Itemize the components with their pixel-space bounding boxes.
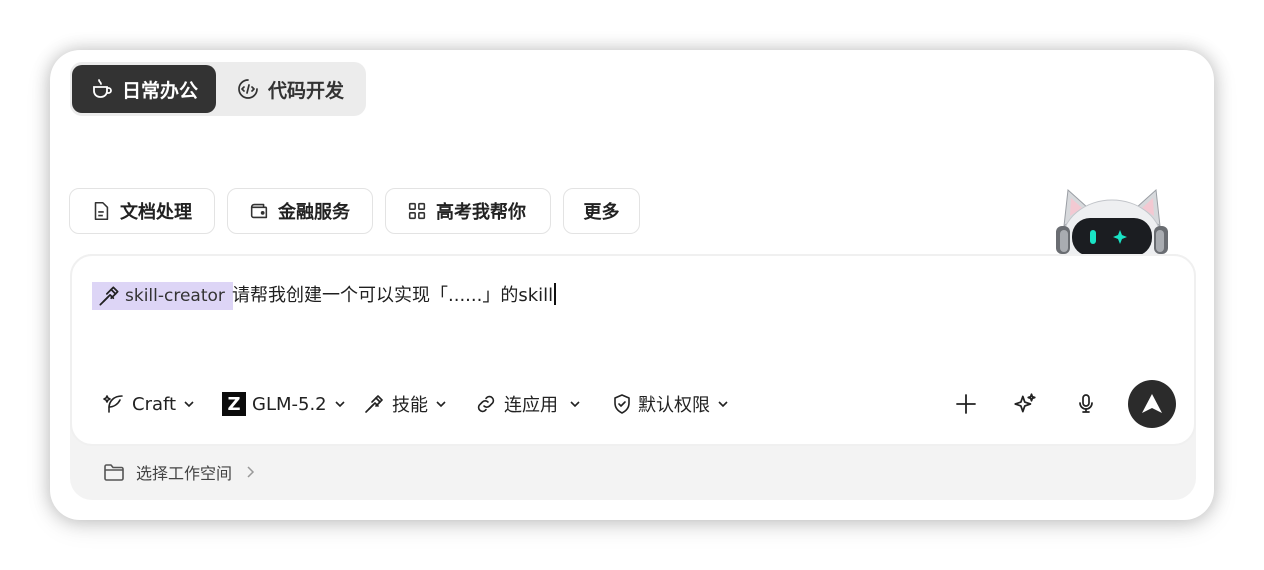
chevron-right-icon xyxy=(247,466,255,478)
select-workspace-button[interactable]: 选择工作空间 xyxy=(102,460,256,484)
glm-logo-icon: Z xyxy=(222,392,246,416)
model-dropdown[interactable]: Z GLM-5.2 xyxy=(222,389,347,419)
tab-label: 代码开发 xyxy=(268,79,345,102)
chip-document-processing[interactable]: 文档处理 xyxy=(69,188,215,234)
chip-label: 更多 xyxy=(583,202,620,223)
shield-check-icon xyxy=(614,394,630,414)
craft-mode-dropdown[interactable]: Craft xyxy=(102,389,196,419)
prompt-text: 请帮我创建一个可以实现「......」的skill xyxy=(232,282,557,310)
feather-icon xyxy=(103,395,123,413)
microphone-button[interactable] xyxy=(1070,388,1102,420)
send-arrow-icon xyxy=(1142,394,1162,413)
connect-apps-label: 连应用 xyxy=(504,395,558,416)
send-button[interactable] xyxy=(1128,380,1176,428)
tab-label: 日常办公 xyxy=(122,79,199,102)
link-icon xyxy=(477,395,495,413)
skills-dropdown[interactable]: 技能 xyxy=(362,389,448,419)
skill-tag[interactable]: skill-creator xyxy=(92,282,233,310)
chip-label: 文档处理 xyxy=(120,202,192,223)
robot-cat-mascot xyxy=(1050,186,1174,256)
chip-gaokao-helper[interactable]: 高考我帮你 xyxy=(385,188,551,234)
wallet-icon xyxy=(250,203,268,219)
sparkle-button[interactable] xyxy=(1009,388,1041,420)
craft-label: Craft xyxy=(132,393,177,415)
code-icon xyxy=(238,79,258,99)
tab-daily-office[interactable]: 日常办公 xyxy=(72,65,216,113)
folder-icon xyxy=(104,464,124,481)
skill-hand-icon xyxy=(99,286,119,306)
chevron-down-icon xyxy=(718,401,728,408)
microphone-icon xyxy=(1079,394,1093,413)
chevron-down-icon xyxy=(335,401,345,408)
prompt-content: 请帮我创建一个可以实现「......」的skill xyxy=(232,285,554,306)
chevron-down-icon xyxy=(436,401,446,408)
skills-label: 技能 xyxy=(392,395,428,416)
mode-tabs: 日常办公 代码开发 xyxy=(70,62,366,116)
chip-more[interactable]: 更多 xyxy=(563,188,640,234)
sparkle-icon xyxy=(1014,393,1036,413)
skill-hand-icon xyxy=(365,395,383,413)
tab-code-dev[interactable]: 代码开发 xyxy=(218,65,364,113)
connect-apps-dropdown[interactable]: 连应用 xyxy=(474,389,582,419)
prompt-input[interactable]: skill-creator 请帮我创建一个可以实现「......」的skill … xyxy=(70,254,1196,446)
composer-panel: skill-creator 请帮我创建一个可以实现「......」的skill … xyxy=(70,254,1196,500)
chip-financial-services[interactable]: 金融服务 xyxy=(227,188,373,234)
skill-tag-label: skill-creator xyxy=(125,286,225,306)
model-label: GLM-5.2 xyxy=(252,393,327,415)
text-caret xyxy=(554,283,557,305)
grid-icon xyxy=(408,202,426,220)
workspace-label: 选择工作空间 xyxy=(136,464,233,483)
document-icon xyxy=(94,201,109,221)
permission-label: 默认权限 xyxy=(638,395,710,416)
plus-icon xyxy=(956,394,976,414)
chip-label: 高考我帮你 xyxy=(436,202,526,223)
add-button[interactable] xyxy=(950,388,982,420)
chip-label: 金融服务 xyxy=(278,202,350,223)
chevron-down-icon xyxy=(570,401,580,408)
permission-dropdown[interactable]: 默认权限 xyxy=(610,389,730,419)
coffee-cup-icon xyxy=(93,79,112,98)
chevron-down-icon xyxy=(184,401,194,408)
chat-composer-card: 日常办公 代码开发 文档处理 金融服务 高考我帮你 更多 skill-creat… xyxy=(50,50,1214,520)
